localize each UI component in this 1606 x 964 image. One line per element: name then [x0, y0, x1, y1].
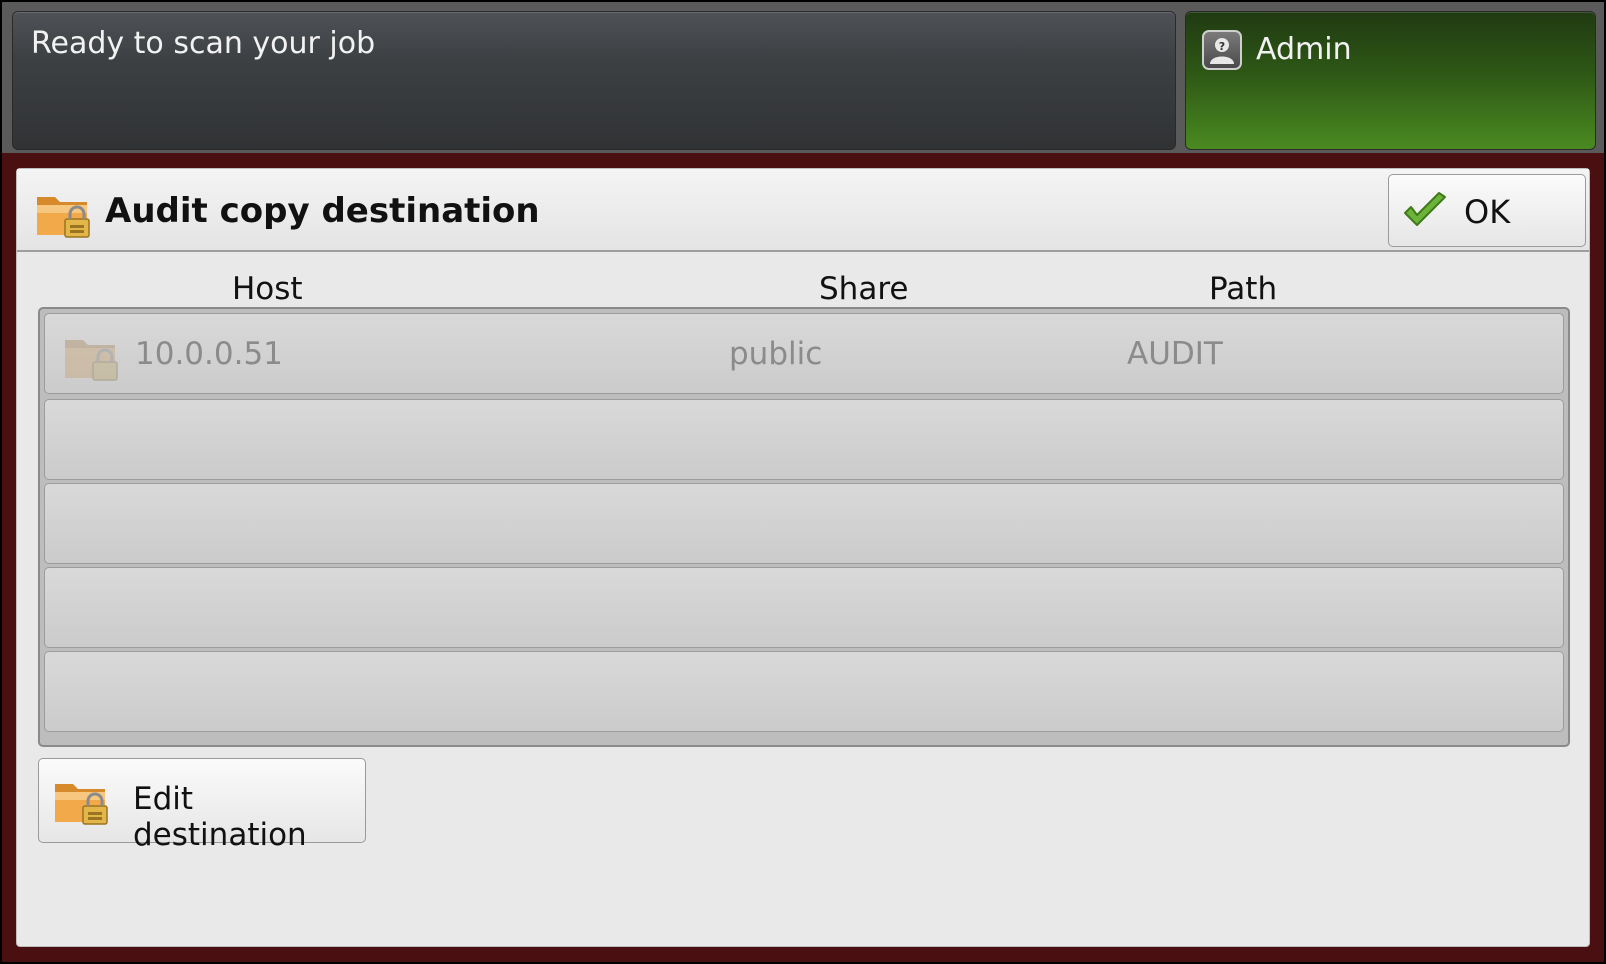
edit-destination-label: Edit destination	[133, 781, 307, 853]
locked-folder-icon	[53, 776, 111, 828]
host-cell: 10.0.0.51	[135, 336, 283, 372]
ok-button[interactable]: OK	[1388, 174, 1586, 247]
column-header-host: Host	[232, 271, 303, 307]
dialog-header: Audit copy destination OK	[17, 169, 1589, 252]
admin-button[interactable]: ? Admin	[1185, 11, 1596, 150]
share-cell: public	[729, 336, 823, 372]
list-item[interactable]: 10.0.0.51 public AUDIT	[44, 313, 1564, 394]
path-cell: AUDIT	[1127, 336, 1223, 372]
locked-folder-icon	[35, 189, 93, 241]
checkmark-icon	[1401, 191, 1449, 233]
svg-text:?: ?	[1219, 40, 1225, 53]
dialog-title: Audit copy destination	[105, 191, 540, 231]
list-item-empty[interactable]	[44, 567, 1564, 648]
audit-destination-dialog: Audit copy destination OK Host Share Pat…	[16, 168, 1590, 947]
ok-label: OK	[1464, 193, 1511, 231]
admin-label: Admin	[1256, 32, 1352, 67]
column-header-share: Share	[819, 271, 909, 307]
destination-list: 10.0.0.51 public AUDIT	[38, 307, 1570, 747]
user-lock-icon: ?	[1202, 30, 1242, 70]
status-panel: Ready to scan your job	[12, 11, 1176, 150]
list-item-empty[interactable]	[44, 399, 1564, 480]
locked-folder-icon	[63, 332, 121, 384]
edit-destination-button[interactable]: Edit destination	[38, 758, 366, 853]
device-screen: Ready to scan your job ? Admin Audit cop…	[2, 2, 1604, 962]
column-header-path: Path	[1209, 271, 1278, 307]
list-item-empty[interactable]	[44, 483, 1564, 564]
list-item-empty[interactable]	[44, 651, 1564, 732]
dialog-frame: Audit copy destination OK Host Share Pat…	[2, 153, 1604, 962]
status-message: Ready to scan your job	[31, 26, 376, 61]
